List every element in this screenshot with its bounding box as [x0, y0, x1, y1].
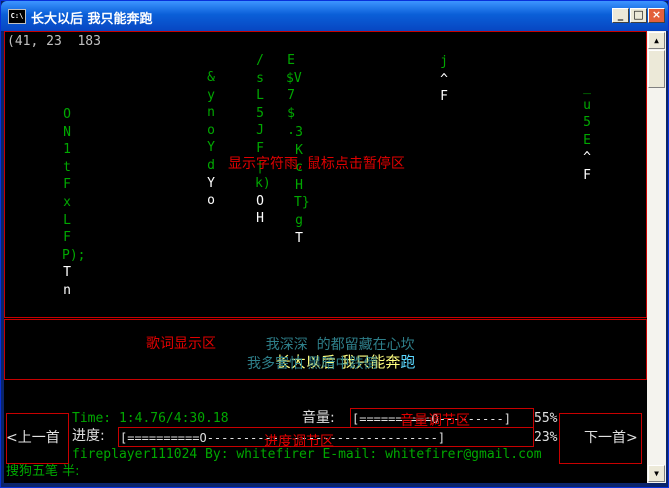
rain-tail: n [63, 282, 71, 298]
rain-trail: j [440, 54, 448, 69]
rain-tail: H [256, 211, 264, 227]
rain-tail: F [583, 167, 591, 183]
rain-head: ^ [440, 71, 448, 87]
rain-trail: E$V7 [286, 53, 302, 104]
maximize-button[interactable]: □ [630, 8, 647, 23]
lyric-current-rest: 跑 [400, 353, 416, 371]
rain-tail: o [207, 193, 215, 209]
rain-head: T [295, 230, 303, 246]
console-window: C:\ 长大以后 我只能奔跑 _ □ × (41, 23 183 ON1tFxL… [0, 0, 669, 488]
rain-trail: &ynoYd [207, 70, 215, 173]
rain-column: 3KcHT}g T [294, 124, 310, 247]
title-bar[interactable]: C:\ 长大以后 我只能奔跑 _ □ × [1, 1, 668, 31]
rain-head: O [256, 193, 264, 209]
rain-column: _u5E ^ F [582, 79, 592, 185]
coordinate-readout: (41, 23 183 [7, 34, 101, 49]
console-app-icon[interactable]: C:\ [8, 9, 26, 24]
rain-column: &ynoYd Y o [206, 69, 216, 210]
close-button[interactable]: × [648, 8, 665, 23]
rain-column: j ^ F [439, 53, 449, 106]
credits-line: fireplayer111024 By: whitefirer E-mail: … [72, 447, 542, 462]
lyric-next: 我多害怕 黑暗中跌倒 [247, 356, 378, 372]
progress-percent: 23% [534, 430, 558, 445]
rain-head: $ [287, 105, 295, 121]
rain-tail: F [440, 89, 448, 105]
scroll-thumb[interactable] [648, 50, 665, 88]
prev-track-button[interactable]: <上一首 [6, 430, 60, 446]
rain-column: /sL5JF|k) O H [255, 52, 271, 228]
rain-trail: _u5E [583, 80, 591, 148]
rain-head: Y [207, 175, 215, 191]
console-area: (41, 23 183 ON1tFxLFP); T n &ynoYd Y o /… [4, 31, 647, 483]
next-track-button[interactable]: 下一首> [584, 430, 638, 446]
lyrics-area-label: 歌词显示区 [146, 336, 216, 352]
rain-area-label: 显示字符雨, 鼠标点击暂停区 [228, 156, 405, 172]
volume-label: 音量: [302, 410, 335, 426]
rain-trail: 3KcHT}g [294, 125, 310, 228]
rain-area-region[interactable] [4, 31, 647, 318]
rain-head: T [63, 265, 71, 281]
progress-label: 进度: [72, 428, 105, 444]
window-title: 长大以后 我只能奔跑 [31, 12, 153, 27]
ime-status: 搜狗五笔 半: [6, 464, 80, 479]
scroll-down-icon[interactable]: ▼ [648, 465, 665, 482]
rain-trail: ON1tFxLFP); [62, 107, 86, 263]
volume-percent: 55% [534, 411, 558, 426]
rain-head: ^ [583, 150, 591, 166]
time-readout: Time: 1:4.76/4:30.18 [72, 411, 229, 426]
scroll-up-icon[interactable]: ▲ [648, 32, 665, 49]
minimize-button[interactable]: _ [612, 8, 629, 23]
vertical-scrollbar[interactable]: ▲ ▼ [647, 31, 666, 483]
rain-column: ON1tFxLFP); T n [62, 106, 86, 300]
